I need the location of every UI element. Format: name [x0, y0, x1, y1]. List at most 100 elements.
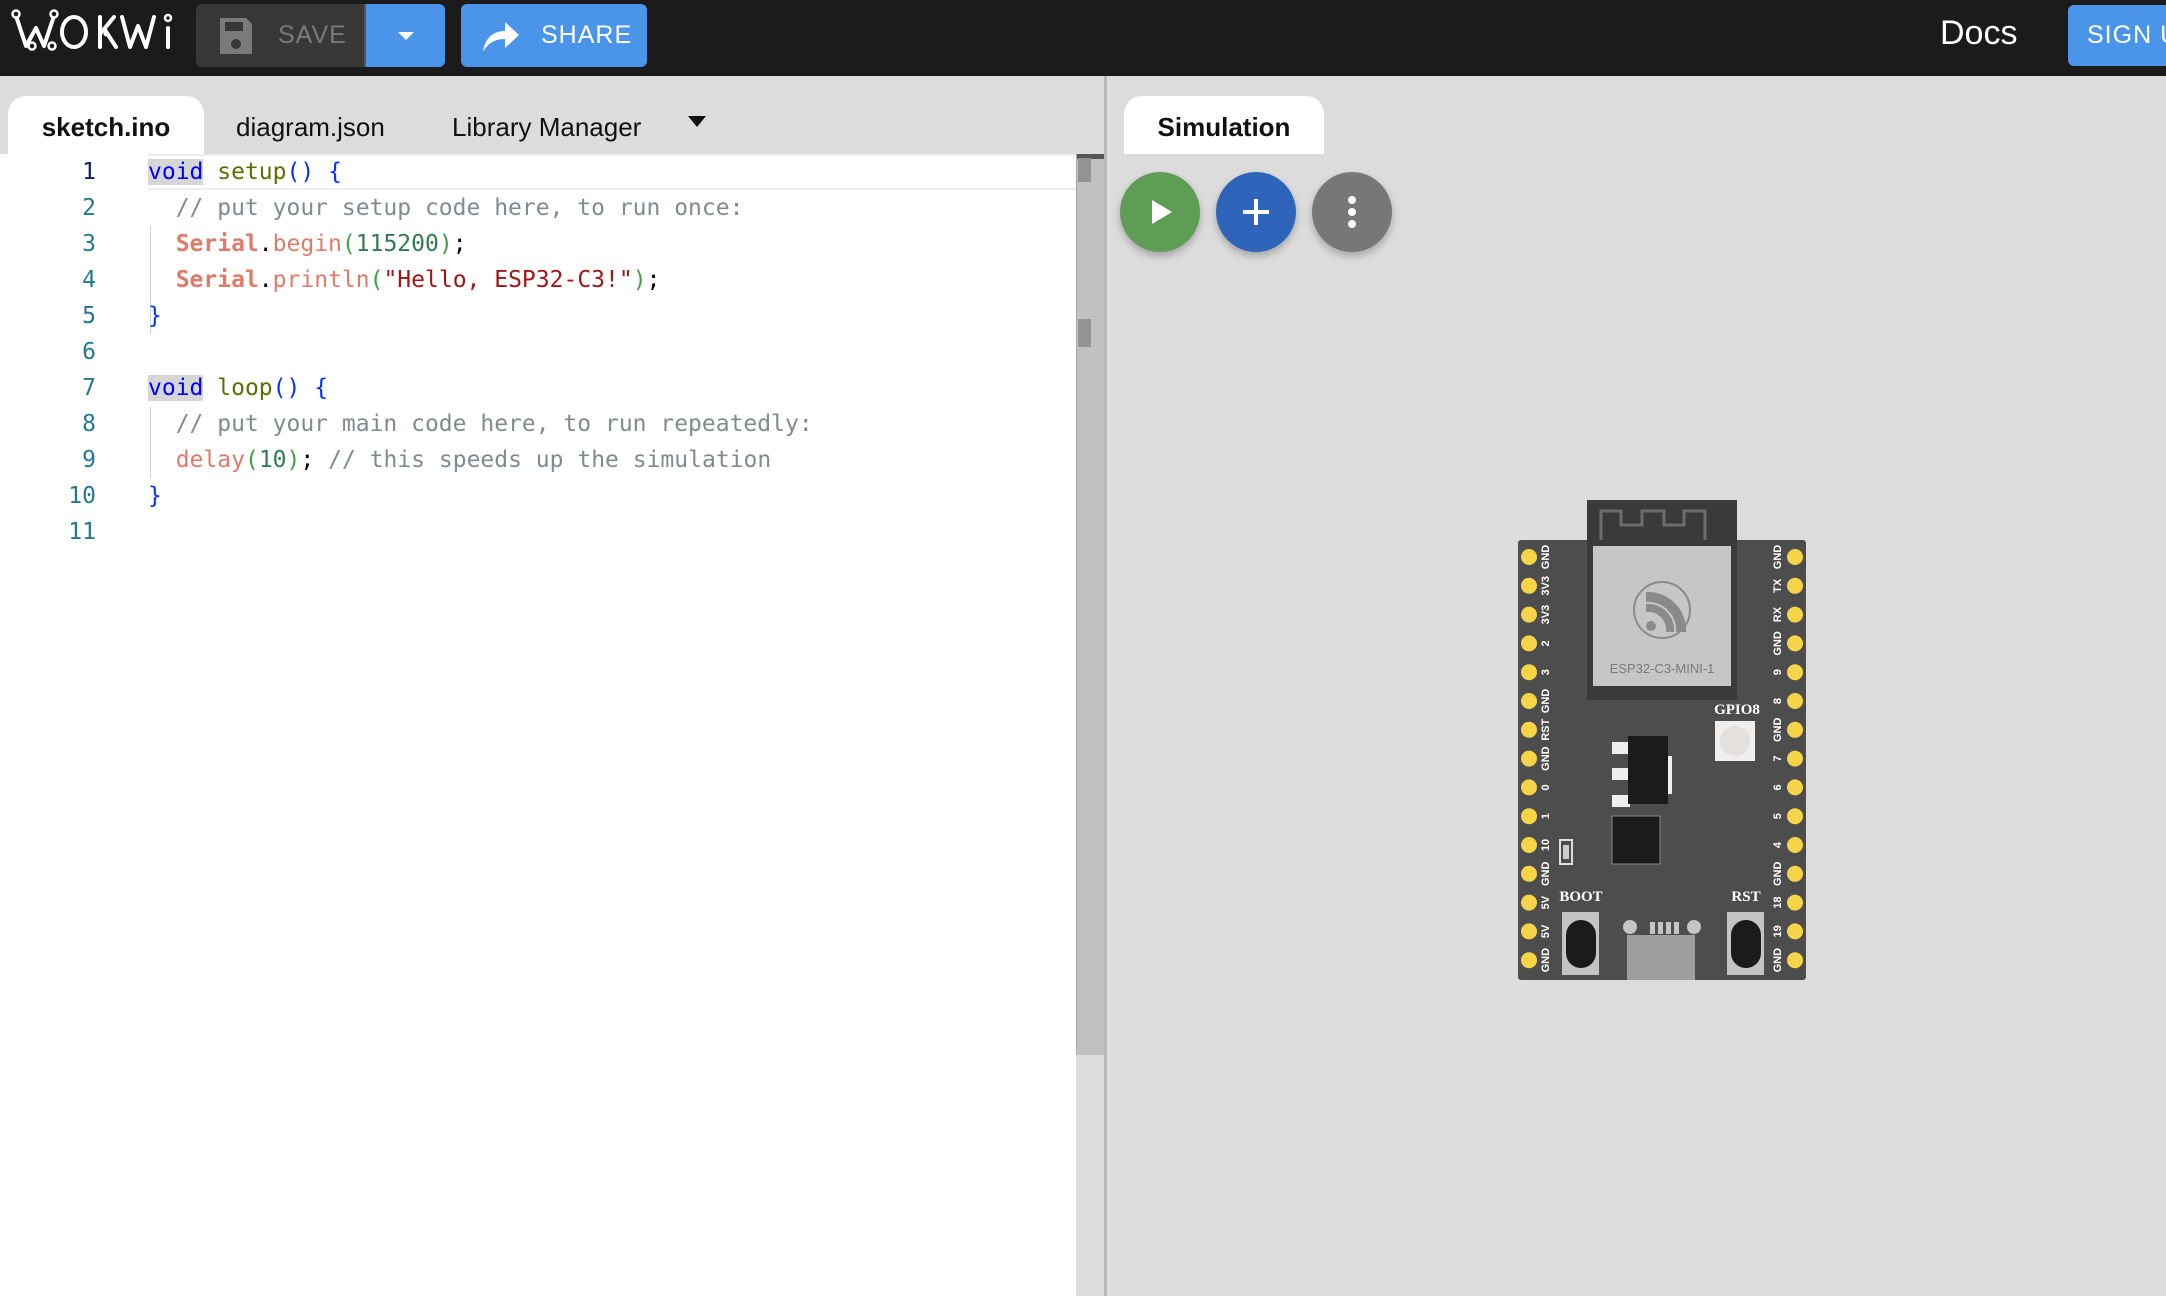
- line-code: Serial.println("Hello, ESP32-C3!");: [175, 267, 661, 293]
- pin-18[interactable]: [1787, 894, 1803, 911]
- code-line: 11: [0, 514, 1076, 550]
- pin-0[interactable]: [1521, 779, 1537, 796]
- save-button[interactable]: SAVE: [196, 4, 364, 67]
- pin-gnd[interactable]: [1521, 865, 1537, 882]
- line-number: 7: [82, 375, 96, 401]
- start-simulation-button[interactable]: [1120, 172, 1200, 252]
- pin-label: 9: [1772, 669, 1784, 675]
- pin-gnd[interactable]: [1787, 721, 1803, 738]
- editor-scrollbar[interactable]: [1076, 154, 1105, 1055]
- floppy-disk-icon: [220, 17, 252, 54]
- pin-4[interactable]: [1787, 837, 1803, 853]
- pin-2[interactable]: [1521, 635, 1537, 652]
- pin-label: GND: [1540, 545, 1552, 570]
- pin-label: 2: [1540, 640, 1552, 646]
- scrollbar-cursor-marker: [1078, 158, 1091, 182]
- pin-gnd[interactable]: [1521, 750, 1537, 767]
- code-line: 6: [0, 334, 1076, 370]
- pin-label: 0: [1540, 784, 1552, 790]
- code-line: 10 }: [0, 478, 1076, 514]
- wokwi-logo[interactable]: [10, 8, 176, 52]
- pin-5v[interactable]: [1521, 923, 1537, 940]
- reset-button[interactable]: RST: [1727, 889, 1764, 975]
- docs-link[interactable]: Docs: [1940, 14, 2017, 53]
- code-line: 3 Serial.begin(115200);: [0, 226, 1076, 262]
- top-bar: SAVE SHARE Docs SIGN U: [0, 0, 2166, 76]
- pin-label: GND: [1772, 545, 1784, 570]
- pin-6[interactable]: [1787, 779, 1803, 796]
- code-line: 1 void setup() {: [0, 154, 1076, 190]
- pin-label: RX: [1772, 606, 1784, 622]
- tab-library-manager[interactable]: Library Manager: [452, 96, 641, 154]
- line-number: 1: [82, 159, 96, 185]
- line-code: void loop() {: [148, 375, 329, 401]
- pin-gnd[interactable]: [1521, 952, 1537, 969]
- editor-panel: sketch.ino diagram.json Library Manager …: [0, 76, 1105, 1296]
- pin-rx[interactable]: [1787, 606, 1803, 623]
- pin-label: 5V: [1540, 895, 1552, 909]
- pin-8[interactable]: [1787, 693, 1803, 709]
- pin-5[interactable]: [1787, 808, 1803, 825]
- wokwi-app: SAVE SHARE Docs SIGN U sketch.ino diagra…: [0, 0, 2166, 1296]
- scrollbar-thumb[interactable]: [1078, 319, 1091, 347]
- pin-3v3[interactable]: [1521, 606, 1537, 623]
- pin-label: GND: [1540, 862, 1552, 887]
- line-number: 5: [82, 303, 96, 329]
- pin-3[interactable]: [1521, 664, 1537, 681]
- esp32-c3-devkit-board[interactable]: ESP32-C3-MINI-1 GPIO8 BOOT RST GND3V33V3…: [1518, 500, 1806, 980]
- pin-19[interactable]: [1787, 923, 1803, 940]
- module-label: ESP32-C3-MINI-1: [1610, 661, 1715, 676]
- voltage-regulator: [1612, 736, 1672, 807]
- pin-gnd[interactable]: [1521, 549, 1537, 565]
- share-arrow-icon: [483, 21, 519, 52]
- pin-rst[interactable]: [1521, 721, 1537, 738]
- pin-label: RST: [1540, 719, 1552, 741]
- code-line: 9 delay(10); // this speeds up the simul…: [0, 442, 1076, 478]
- svg-text:RST: RST: [1731, 889, 1760, 905]
- tab-diagram-json[interactable]: diagram.json: [236, 96, 385, 154]
- add-part-button[interactable]: [1216, 172, 1296, 252]
- pin-9[interactable]: [1787, 664, 1803, 681]
- pin-label: GND: [1540, 689, 1552, 714]
- pin-7[interactable]: [1787, 750, 1803, 767]
- more-tabs-dropdown-icon[interactable]: [688, 116, 706, 127]
- boot-button[interactable]: BOOT: [1559, 889, 1603, 975]
- more-options-button[interactable]: [1312, 172, 1392, 252]
- code-editor[interactable]: 1 void setup() { 2 // put your setup cod…: [0, 154, 1076, 1296]
- pin-label: 8: [1772, 698, 1784, 704]
- save-options-dropdown[interactable]: [364, 4, 445, 67]
- code-line: 8 // put your main code here, to run rep…: [0, 406, 1076, 442]
- pin-gnd[interactable]: [1521, 693, 1537, 709]
- pin-label: GND: [1540, 746, 1552, 771]
- usb-c-connector: [1623, 920, 1701, 980]
- pin-5v[interactable]: [1521, 894, 1537, 911]
- pin-label: 18: [1772, 896, 1784, 908]
- line-code: // put your setup code here, to run once…: [175, 195, 744, 221]
- line-code: }: [148, 483, 162, 509]
- pin-label: GND: [1772, 948, 1784, 973]
- tab-sketch-ino[interactable]: sketch.ino: [8, 96, 204, 154]
- pin-3v3[interactable]: [1521, 577, 1537, 594]
- pin-label: GND: [1772, 862, 1784, 887]
- pin-tx[interactable]: [1787, 577, 1803, 594]
- pin-1[interactable]: [1521, 808, 1537, 825]
- pin-gnd[interactable]: [1787, 635, 1803, 652]
- esp32-c3-mini-module: ESP32-C3-MINI-1: [1587, 540, 1737, 700]
- line-number: 6: [82, 339, 96, 365]
- pin-10[interactable]: [1521, 837, 1537, 853]
- pin-gnd[interactable]: [1787, 952, 1803, 969]
- share-button[interactable]: SHARE: [461, 4, 647, 67]
- caret-down-icon: [397, 31, 414, 40]
- code-line: 4 Serial.println("Hello, ESP32-C3!");: [0, 262, 1076, 298]
- gpio8-rgb-led: GPIO8: [1714, 702, 1760, 761]
- sign-up-button[interactable]: SIGN U: [2068, 5, 2166, 66]
- line-code: void setup() {: [148, 159, 342, 185]
- pin-gnd[interactable]: [1787, 549, 1803, 565]
- line-number: 2: [82, 195, 96, 221]
- line-number: 11: [68, 519, 96, 545]
- tab-simulation[interactable]: Simulation: [1124, 96, 1324, 154]
- pin-gnd[interactable]: [1787, 865, 1803, 882]
- svg-text:GPIO8: GPIO8: [1714, 702, 1760, 718]
- usb-serial-chip: [1611, 815, 1661, 865]
- code-line: 5 }: [0, 298, 1076, 334]
